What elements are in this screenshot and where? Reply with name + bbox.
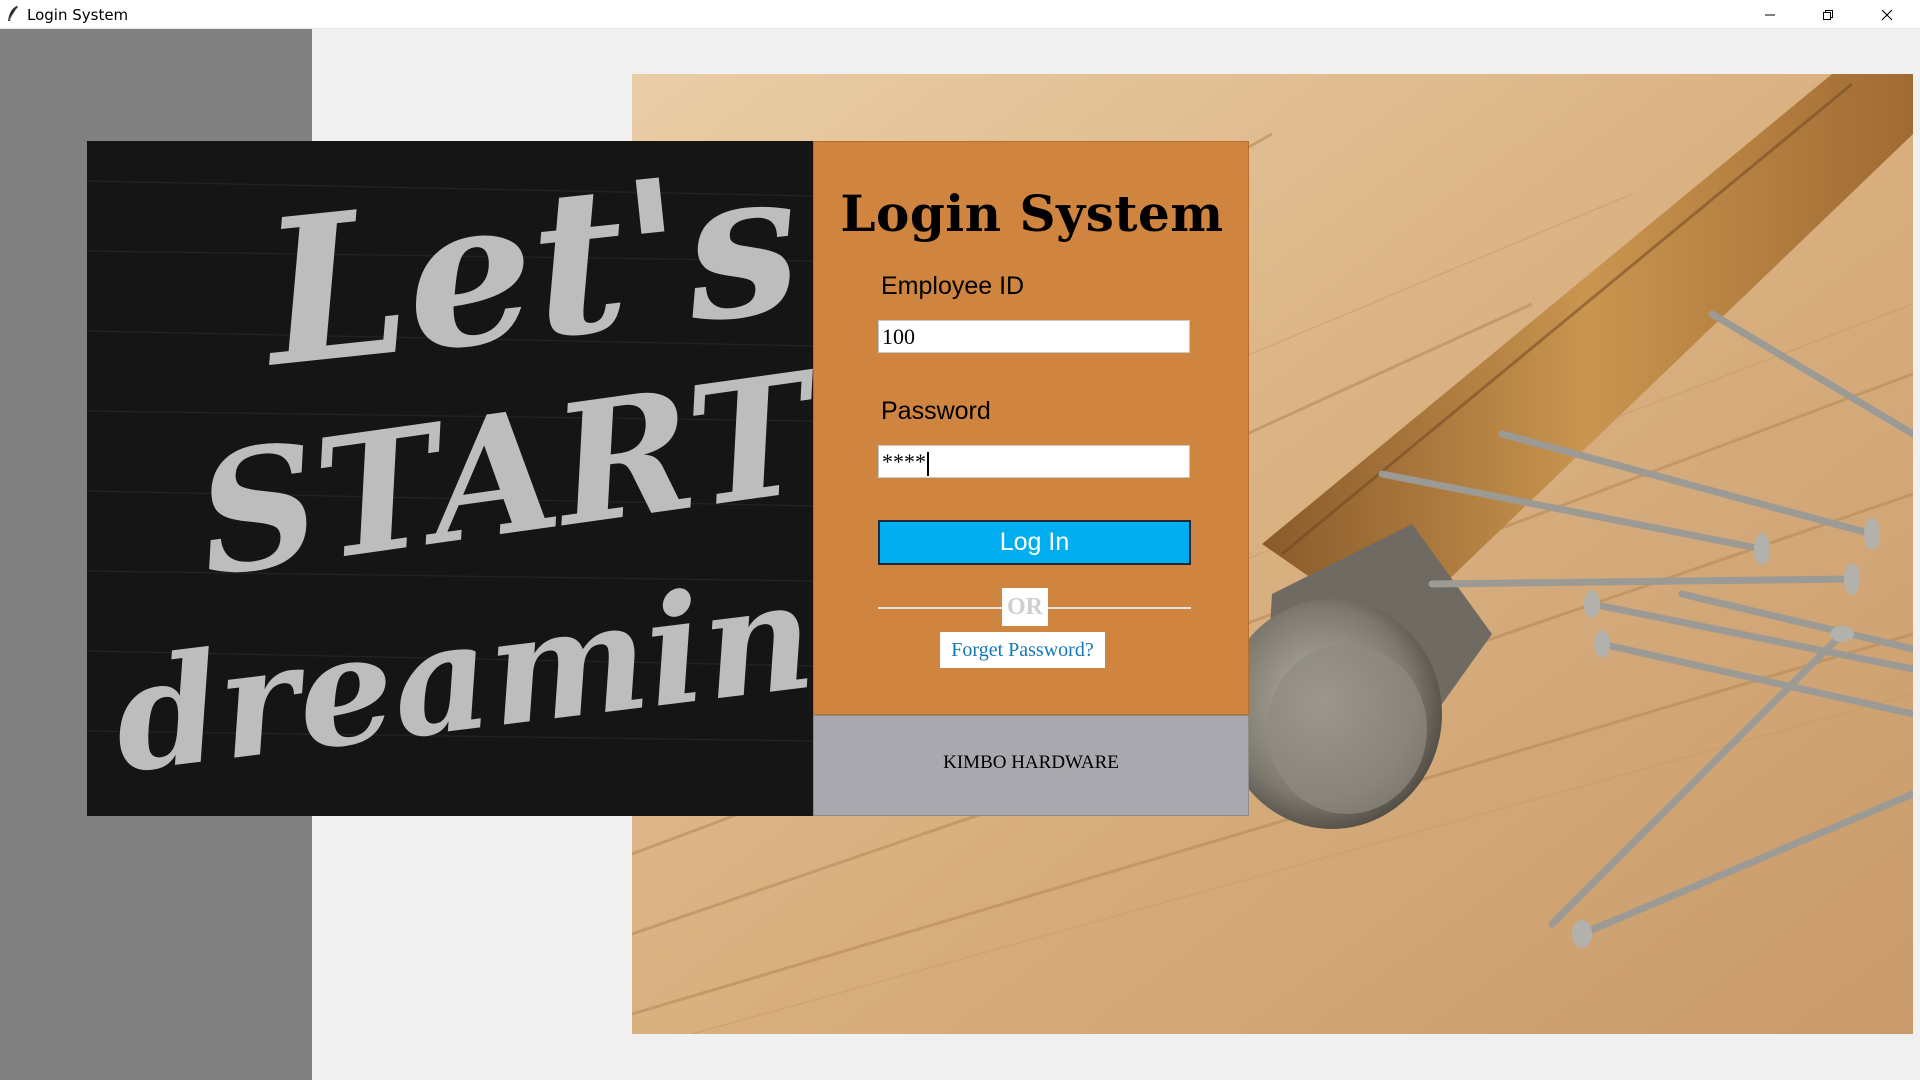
restore-button[interactable]: [1799, 0, 1857, 29]
title-bar: Login System: [0, 0, 1920, 29]
forget-password-button[interactable]: Forget Password?: [940, 632, 1105, 668]
minimize-icon: [1765, 14, 1775, 15]
lets-start-dreaming-poster: Let's START dreaming!: [87, 141, 813, 816]
employee-id-value: 100: [882, 324, 915, 349]
close-button[interactable]: [1858, 0, 1916, 29]
login-title: Login System: [840, 184, 1224, 243]
close-icon: [1881, 9, 1893, 20]
text-cursor: [927, 451, 929, 476]
login-button[interactable]: Log In: [878, 520, 1191, 565]
company-footer: KIMBO HARDWARE: [813, 715, 1249, 816]
or-label: OR: [1002, 588, 1048, 626]
window-title: Login System: [27, 6, 129, 24]
employee-id-label: Employee ID: [881, 272, 1025, 300]
employee-id-input[interactable]: 100: [878, 320, 1190, 353]
login-panel: Login System Employee ID 100 Password **…: [813, 141, 1249, 715]
motivational-poster: Let's START dreaming!: [87, 141, 813, 816]
feather-icon: [8, 6, 18, 21]
minimize-button[interactable]: [1741, 0, 1799, 29]
password-value: ****: [882, 449, 926, 474]
password-input[interactable]: ****: [878, 445, 1190, 478]
password-label: Password: [881, 397, 991, 425]
restore-icon: [1823, 9, 1833, 20]
company-name: KIMBO HARDWARE: [943, 752, 1119, 773]
